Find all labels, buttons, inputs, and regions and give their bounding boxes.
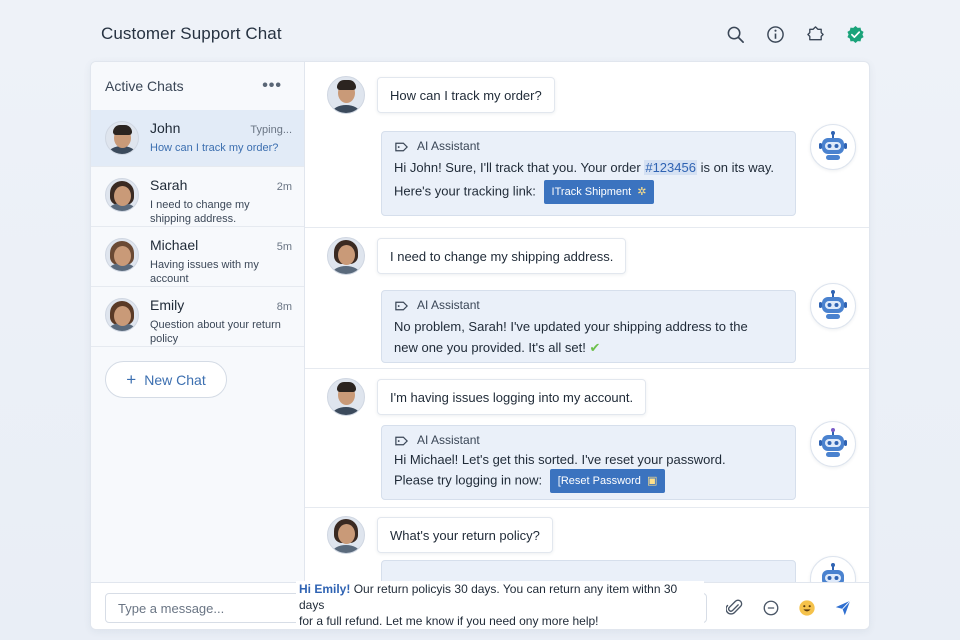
reply-text: Our return policyis 30 days. You can ret… [299,582,678,612]
chat-name: Sarah [150,177,188,193]
assistant-reply-line2: Please try logging in now: [Reset Passwo… [394,469,783,493]
conversation-emily: What's your return policy? [305,508,869,582]
chat-time: 5m [276,241,292,253]
assistant-reply: AI Assistant No problem, Sarah! I've upd… [381,290,796,363]
order-number-link[interactable]: #123456 [644,160,697,175]
chat-list-item-michael[interactable]: Michael 5m Having issues with my account [91,227,304,287]
assistant-reply-line2: Here's your tracking link: ITrack Shipme… [394,180,783,204]
reply-text: No problem, Sarah! I've updated your shi… [394,319,748,355]
reply-text: Hi John! Sure, I'll track that you. Your… [394,160,645,175]
assistant-header: AI Assistant [394,432,783,449]
sidebar-header: Active Chats ••• [91,62,304,110]
avatar [105,298,139,332]
bot-avatar-icon [810,556,856,582]
chat-time: 2m [276,181,292,193]
chat-preview: Having issues with my account [150,259,259,285]
avatar [105,238,139,272]
more-options-icon[interactable]: ••• [262,77,282,95]
chat-window: Active Chats ••• John Typing... How can … [90,61,870,630]
reset-password-button[interactable]: [Reset Password ▣ [549,469,666,493]
assistant-reply-partial [381,560,796,582]
track-shipment-button[interactable]: ITrack Shipment ✲ [543,180,655,204]
sparkle-icon: ✲ [637,185,647,198]
info-icon[interactable] [765,24,785,44]
top-toolbar [725,24,865,44]
assistant-reply-line1: Hi John! Sure, I'll track that you. Your… [394,157,783,178]
chat-preview: I need to change my shipping address. [150,199,250,225]
plus-icon: + [126,370,137,389]
chat-list-item-john[interactable]: John Typing... How can I track my order? [91,110,304,167]
new-chat-button[interactable]: + New Chat [105,361,227,398]
chat-time: 8m [276,301,292,313]
reply-text: is on its way. [696,160,775,175]
emily-reply-line1: Hi Emily! Our return policyis 30 days. Y… [299,581,701,613]
reset-password-label: [Reset Password [557,475,641,487]
chat-status: Typing... [250,124,292,136]
emily-reply-line2: for a full refund. Let me know if you ne… [299,614,599,628]
lock-icon: ▣ [646,475,658,487]
app-title: Customer Support Chat [101,24,282,43]
assistant-label: AI Assistant [417,139,480,153]
avatar [327,237,365,275]
send-icon[interactable] [833,598,853,618]
chat-list-item-emily[interactable]: Emily 8m Question about your return poli… [91,287,304,347]
sidebar-title: Active Chats [105,78,184,94]
user-message: How can I track my order? [377,77,555,113]
chat-name: John [150,120,181,136]
assistant-reply: AI Assistant Hi Michael! Let's get this … [381,425,796,500]
reply-greeting: Hi Emily! [299,582,351,596]
new-chat-label: New Chat [144,371,206,388]
avatar [327,516,365,554]
conversation-john: How can I track my order? AI Assistant H… [305,62,869,228]
bot-avatar-icon [810,283,856,329]
chat-list-item-sarah[interactable]: Sarah 2m I need to change my shipping ad… [91,167,304,227]
checkmark-icon: ✔ [589,340,601,355]
user-message: I'm having issues logging into my accoun… [377,379,647,415]
bot-avatar-icon [810,124,856,170]
user-message: What's your return policy? [377,517,553,553]
avatar [105,121,139,155]
sidebar: Active Chats ••• John Typing... How can … [91,62,305,582]
chat-preview: How can I track my order? [150,142,279,154]
assistant-header: AI Assistant [394,138,783,155]
verified-icon [845,24,865,44]
assistant-label: AI Assistant [417,298,480,312]
user-message-row: What's your return policy? [327,516,553,554]
track-shipment-label: ITrack Shipment [551,185,632,198]
avatar [327,378,365,416]
avatar [327,76,365,114]
emily-reply-overlay: Hi Emily! Our return policyis 30 days. Y… [296,581,704,629]
attachment-icon[interactable] [725,598,745,618]
chat-name: Michael [150,237,199,253]
assistant-reply-text: No problem, Sarah! I've updated your shi… [394,316,764,358]
bot-avatar-icon [810,421,856,467]
assistant-header: AI Assistant [394,297,783,314]
assistant-reply: AI Assistant Hi John! Sure, I'll track t… [381,131,796,216]
search-icon[interactable] [725,24,745,44]
reply-text: Here's your tracking link: [394,183,536,199]
assistant-tag-icon [395,301,408,310]
reply-text: Please try logging in now: [394,472,543,488]
avatar [105,178,139,212]
user-message: I need to change my shipping address. [377,238,627,274]
assistant-tag-icon [395,436,408,445]
conversation-michael: I'm having issues logging into my accoun… [305,369,869,508]
conversation-pane: How can I track my order? AI Assistant H… [305,62,869,582]
user-message-row: I need to change my shipping address. [327,237,627,275]
conversation-sarah: I need to change my shipping address. AI… [305,228,869,369]
assistant-reply-line1: Hi Michael! Let's get this sorted. I've … [394,452,726,467]
assistant-tag-icon [395,142,408,151]
user-message-row: How can I track my order? [327,76,555,114]
minus-circle-icon[interactable] [761,598,781,618]
settings-icon[interactable] [805,24,825,44]
chat-preview: Question about your return policy [150,319,281,345]
chat-name: Emily [150,297,185,313]
emoji-icon[interactable] [797,598,817,618]
user-message-row: I'm having issues logging into my accoun… [327,378,647,416]
assistant-label: AI Assistant [417,433,480,447]
